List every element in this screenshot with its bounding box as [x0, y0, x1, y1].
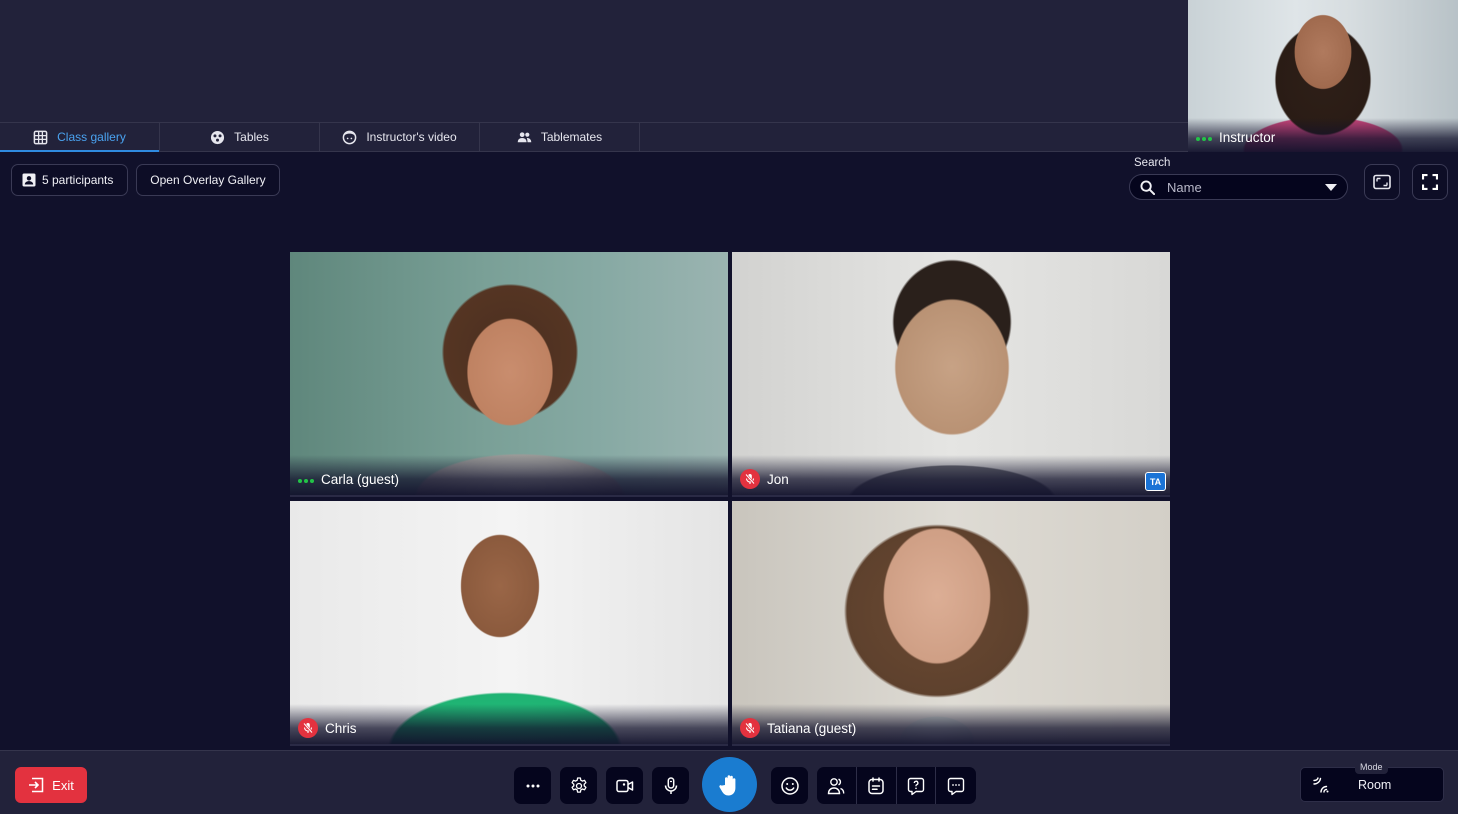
picture-in-picture-button[interactable]: [1364, 164, 1400, 200]
tile-label-bar: Carla (guest): [290, 455, 728, 495]
question-bubble-icon: [907, 777, 925, 795]
video-camera-icon: [615, 779, 633, 792]
mic-muted-icon: [298, 718, 318, 738]
tables-icon: [211, 130, 225, 144]
more-options-button[interactable]: [514, 767, 551, 804]
tile-label-bar: Chris: [290, 704, 728, 744]
microphone-icon: [664, 776, 677, 794]
speaking-indicator-icon: [298, 479, 314, 483]
tab-class-gallery[interactable]: Class gallery: [0, 123, 160, 152]
exit-icon: [29, 777, 44, 793]
tab-tables[interactable]: Tables: [160, 123, 320, 151]
tab-label: Tablemates: [540, 130, 603, 144]
tab-label: Tables: [234, 130, 269, 144]
fullscreen-button[interactable]: [1412, 164, 1448, 200]
person-badge-icon: [22, 173, 36, 187]
microphone-button[interactable]: [652, 767, 689, 804]
open-overlay-gallery-button[interactable]: Open Overlay Gallery: [136, 164, 280, 196]
grid-icon: [33, 130, 48, 144]
participant-name: Jon: [767, 472, 789, 487]
overlay-gallery-label: Open Overlay Gallery: [150, 173, 266, 187]
exit-button[interactable]: Exit: [15, 767, 87, 803]
participant-tile[interactable]: Jon TA: [732, 252, 1170, 497]
agenda-icon: [868, 776, 884, 794]
header-band: [0, 0, 1188, 122]
bottom-control-bar: Exit Room Mode: [0, 750, 1458, 814]
mic-muted-icon: [740, 718, 760, 738]
participant-tile[interactable]: Tatiana (guest): [732, 501, 1170, 746]
tile-label-bar: Tatiana (guest): [732, 704, 1170, 744]
fullscreen-icon: [1422, 174, 1438, 190]
tab-tablemates[interactable]: Tablemates: [480, 123, 640, 151]
mode-label: Mode: [1355, 760, 1388, 774]
participant-name: Chris: [325, 721, 357, 736]
ta-badge: TA: [1145, 472, 1166, 491]
participant-tile[interactable]: Chris: [290, 501, 728, 746]
search-label: Search: [1134, 157, 1171, 169]
camera-button[interactable]: [606, 767, 643, 804]
participants-count-button[interactable]: 5 participants: [11, 164, 128, 196]
people-icon: [828, 777, 845, 794]
participant-name: Carla (guest): [321, 472, 400, 487]
view-tabs: Class gallery Tables Instructor's video …: [0, 122, 1188, 152]
raise-hand-button[interactable]: [702, 757, 757, 812]
instructor-name: Instructor: [1219, 130, 1276, 145]
tab-label: Class gallery: [57, 130, 126, 144]
mic-muted-icon: [740, 469, 760, 489]
agenda-button[interactable]: [857, 767, 897, 804]
picture-in-picture-icon: [1373, 174, 1391, 190]
face-icon: [342, 130, 357, 144]
tile-label-bar: Jon: [732, 455, 1170, 495]
raise-hand-icon: [718, 774, 735, 795]
chevron-down-icon: [1325, 183, 1337, 191]
room-mode-icon: [1313, 776, 1329, 793]
settings-button[interactable]: [560, 767, 597, 804]
chat-bubble-icon: [947, 777, 965, 795]
tile-label-bar: Instructor: [1188, 118, 1458, 152]
search-placeholder: Name: [1167, 179, 1202, 195]
participant-tile[interactable]: Carla (guest): [290, 252, 728, 497]
people-icon: [517, 131, 532, 142]
smiley-icon: [780, 776, 799, 795]
speaking-indicator-icon: [1196, 137, 1212, 141]
exit-label: Exit: [52, 777, 74, 793]
participant-name: Tatiana (guest): [767, 721, 857, 736]
gear-icon: [570, 776, 587, 793]
search-icon: [1140, 179, 1155, 195]
mode-value: Room: [1358, 777, 1392, 792]
chat-button[interactable]: [936, 767, 976, 804]
panel-controls-group: [817, 767, 976, 804]
questions-button[interactable]: [897, 767, 937, 804]
participants-count-label: 5 participants: [42, 173, 114, 187]
tab-instructors-video[interactable]: Instructor's video: [320, 123, 480, 151]
participants-panel-button[interactable]: [817, 767, 857, 804]
more-horizontal-icon: [526, 784, 539, 787]
search-name-select[interactable]: Name: [1129, 174, 1348, 200]
instructor-video-tile[interactable]: Instructor: [1188, 0, 1458, 152]
reactions-button[interactable]: [771, 767, 808, 804]
tab-label: Instructor's video: [366, 130, 457, 144]
